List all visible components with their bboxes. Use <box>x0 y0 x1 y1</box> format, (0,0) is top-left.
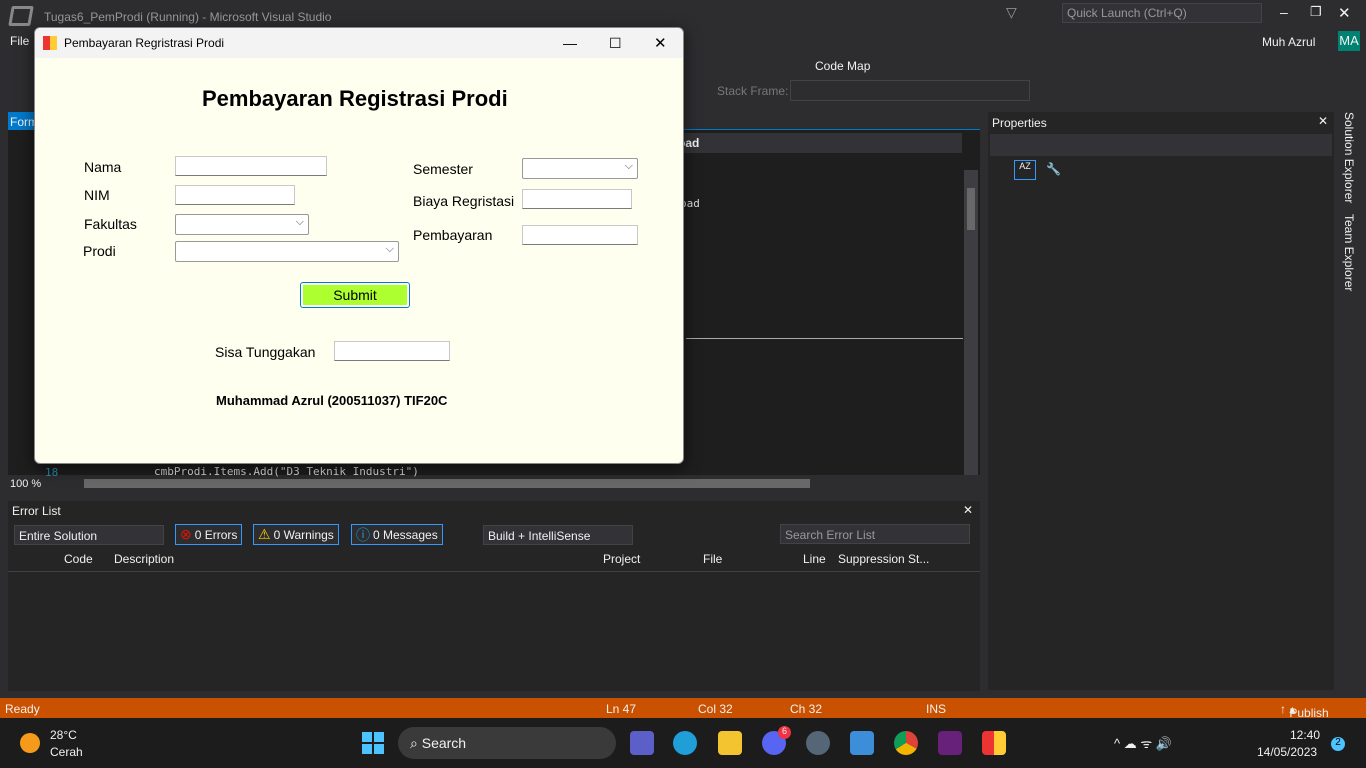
form-close-button[interactable]: ✕ <box>654 34 667 52</box>
label-sisa: Sisa Tunggakan <box>215 344 316 360</box>
status-ready: Ready <box>5 702 40 716</box>
stack-frame-select[interactable] <box>790 80 1030 101</box>
error-icon: ⊗ <box>180 526 192 542</box>
team-explorer-tab[interactable]: Team Explorer <box>1342 214 1356 291</box>
publish-button[interactable]: ↑ Publish ▴ <box>1280 702 1329 720</box>
vertical-scrollbar[interactable] <box>964 170 978 475</box>
prodi-select[interactable] <box>175 241 399 262</box>
form-heading: Pembayaran Registrasi Prodi <box>202 86 508 111</box>
menu-file[interactable]: File <box>10 34 29 48</box>
alphabetical-icon[interactable]: AZ <box>1014 160 1036 180</box>
col-file[interactable]: File <box>703 552 722 566</box>
scope-select[interactable]: Entire Solution <box>14 525 164 545</box>
errors-filter-button[interactable]: ⊗ 0 Errors <box>175 524 243 545</box>
tray-icons[interactable]: ^ ☁ ᯤ 🔊 <box>1114 734 1172 752</box>
form-app-icon <box>43 36 57 50</box>
filter-icon[interactable]: ▽ <box>1006 4 1017 21</box>
info-icon: ⓘ <box>356 526 370 543</box>
label-biaya: Biaya Regristasi <box>413 193 515 209</box>
warnings-filter-button[interactable]: ⚠ 0 Warnings <box>253 524 339 545</box>
nama-input[interactable] <box>175 156 327 176</box>
solution-explorer-tab[interactable]: Solution Explorer <box>1342 112 1356 203</box>
vs-logo-icon <box>8 6 34 26</box>
chrome-icon[interactable] <box>894 731 918 755</box>
divider <box>686 338 963 339</box>
user-name[interactable]: Muh Azrul <box>1262 35 1315 49</box>
credit-label: Muhammad Azrul (200511037) TIF20C <box>216 393 448 408</box>
status-ins: INS <box>926 702 947 716</box>
minimize-button[interactable]: – <box>1280 4 1288 20</box>
status-ch: Ch 32 <box>790 702 823 716</box>
search-error-list-input[interactable]: Search Error List <box>780 524 970 544</box>
status-ln: Ln 47 <box>606 702 637 716</box>
restore-button[interactable]: ❐ <box>1310 4 1322 20</box>
messages-filter-button[interactable]: ⓘ 0 Messages <box>351 524 443 545</box>
sisa-input[interactable] <box>334 341 450 361</box>
error-list-close-icon[interactable]: ✕ <box>963 503 973 517</box>
col-project[interactable]: Project <box>603 552 640 566</box>
col-description[interactable]: Description <box>114 552 174 566</box>
properties-close-icon[interactable]: ✕ <box>1318 114 1328 128</box>
taskbar: 28°C Cerah ⌕ Search 6 ^ ☁ ᯤ 🔊 12:40 14/0… <box>0 718 1366 768</box>
biaya-input[interactable] <box>522 189 632 209</box>
form-maximize-button[interactable]: ☐ <box>609 35 622 52</box>
taskbar-search[interactable]: ⌕ Search <box>398 727 616 759</box>
nim-input[interactable] <box>175 185 295 205</box>
editor-dropdown[interactable]: oad <box>670 133 962 153</box>
quick-launch-input[interactable]: Quick Launch (Ctrl+Q) <box>1062 3 1262 23</box>
label-nim: NIM <box>84 187 110 203</box>
properties-title: Properties <box>992 116 1047 130</box>
close-button[interactable]: ✕ <box>1338 4 1351 22</box>
start-icon[interactable] <box>362 732 384 754</box>
code-map-button[interactable]: Code Map <box>815 59 870 73</box>
semester-select[interactable] <box>522 158 638 179</box>
label-pembayaran: Pembayaran <box>413 227 493 243</box>
stack-frame-label: Stack Frame: <box>717 84 789 98</box>
settings-icon[interactable] <box>806 731 830 755</box>
submit-button[interactable]: Submit <box>300 282 410 308</box>
notification-badge[interactable]: 2 <box>1331 737 1345 751</box>
horizontal-scrollbar[interactable] <box>84 479 810 488</box>
label-prodi: Prodi <box>83 243 116 259</box>
wrench-icon[interactable]: 🔧 <box>1046 162 1061 176</box>
label-fakultas: Fakultas <box>84 216 137 232</box>
weather-icon[interactable] <box>20 733 40 753</box>
fakultas-select[interactable] <box>175 214 309 235</box>
form-minimize-button[interactable]: — <box>563 35 577 51</box>
clock-time[interactable]: 12:40 <box>1290 728 1320 742</box>
zoom-select[interactable]: 100 % <box>8 477 66 493</box>
app-icon[interactable] <box>850 731 874 755</box>
avatar[interactable]: MA <box>1338 31 1360 51</box>
pembayaran-input[interactable] <box>522 225 638 245</box>
explorer-icon[interactable] <box>718 731 742 755</box>
clock-date[interactable]: 14/05/2023 <box>1257 745 1317 759</box>
visual-studio-icon[interactable] <box>938 731 962 755</box>
discord-icon[interactable]: 6 <box>762 726 791 755</box>
edge-icon[interactable] <box>673 731 697 755</box>
window-title: Tugas6_PemProdi (Running) - Microsoft Vi… <box>44 10 332 24</box>
build-select[interactable]: Build + IntelliSense <box>483 525 633 545</box>
code-line: cmbProdi.Items.Add("D3 Teknik Industri") <box>154 465 419 478</box>
properties-object-select[interactable] <box>990 134 1332 156</box>
form-titlebar: Pembayaran Regristrasi Prodi — ☐ ✕ <box>35 28 683 58</box>
error-list-title: Error List <box>12 504 61 518</box>
running-form-icon[interactable] <box>982 731 1006 755</box>
form-window: Pembayaran Regristrasi Prodi — ☐ ✕ Pemba… <box>34 27 684 464</box>
col-line[interactable]: Line <box>803 552 826 566</box>
weather-temp[interactable]: 28°C <box>50 728 77 742</box>
status-bar: Ready Ln 47 Col 32 Ch 32 INS ↑ Publish ▴ <box>0 698 1366 720</box>
label-semester: Semester <box>413 161 473 177</box>
status-col: Col 32 <box>698 702 733 716</box>
meet-icon[interactable] <box>630 731 654 755</box>
col-suppression[interactable]: Suppression St... <box>838 552 929 566</box>
warning-icon: ⚠ <box>258 526 271 542</box>
form-window-title: Pembayaran Regristrasi Prodi <box>64 36 225 50</box>
label-nama: Nama <box>84 159 122 175</box>
weather-desc[interactable]: Cerah <box>50 745 83 759</box>
header-divider <box>8 571 980 572</box>
col-code[interactable]: Code <box>64 552 93 566</box>
properties-panel <box>988 112 1334 690</box>
